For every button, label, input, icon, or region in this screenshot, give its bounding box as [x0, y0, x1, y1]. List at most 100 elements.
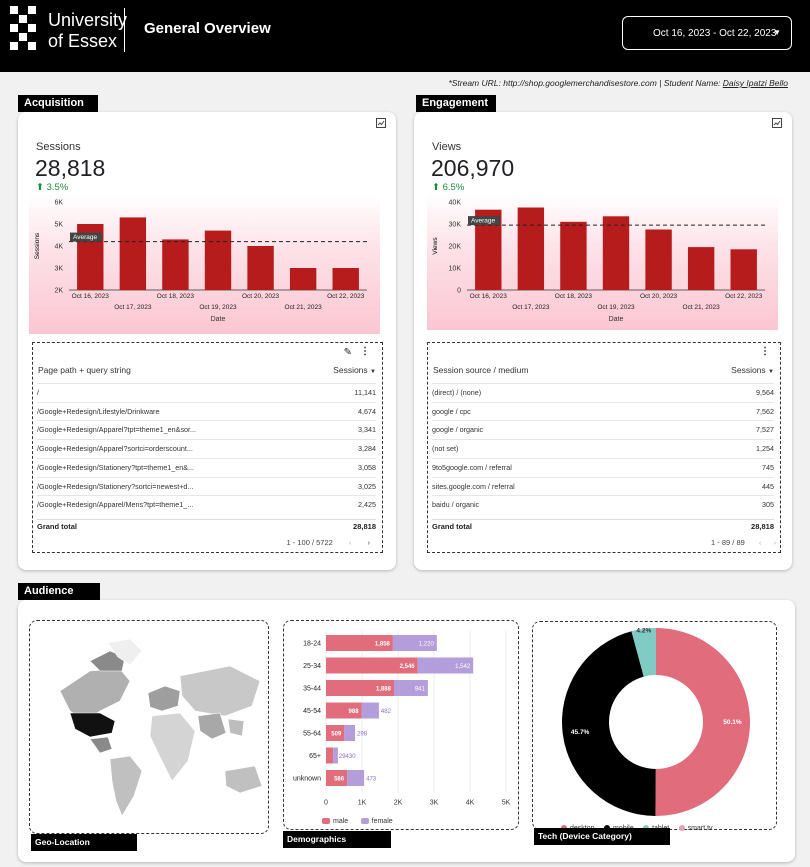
- row-label: /Google+Redesign/Apparel/Mens?tpt=theme1…: [37, 500, 194, 510]
- x-tick-label: 3K: [430, 800, 439, 807]
- slice-value-label: 50.1%: [723, 719, 742, 726]
- tech-device-panel: 50.1%45.7%4.2% desktop mobile tablet sma…: [532, 621, 777, 832]
- x-tick-label: Oct 20, 2023: [242, 293, 280, 300]
- edit-pencil-icon[interactable]: ✎: [344, 347, 352, 358]
- table-row[interactable]: google / cpc 7,562: [432, 401, 774, 420]
- y-tick-label: 6K: [54, 200, 63, 207]
- bar-value-label: 482: [381, 709, 392, 715]
- previous-page-icon[interactable]: ‹: [349, 538, 352, 547]
- bar-value-label: 1,858: [375, 642, 391, 648]
- table-row[interactable]: (direct) / (none) 9,564: [432, 383, 774, 401]
- x-tick-label: Oct 21, 2023: [683, 304, 721, 311]
- x-tick-label: Oct 19, 2023: [597, 304, 635, 311]
- table-row[interactable]: /Google+Redesign/Stationery?tpt=theme1_e…: [37, 457, 376, 476]
- category-label: unknown: [293, 776, 321, 783]
- x-axis-title: Date: [609, 316, 624, 323]
- next-page-icon[interactable]: ›: [368, 538, 371, 547]
- x-tick-label: Oct 21, 2023: [285, 304, 323, 311]
- bar-value-label: 2,546: [400, 664, 416, 670]
- row-label: google / organic: [432, 425, 484, 435]
- row-label: google / cpc: [432, 406, 471, 416]
- row-value: 4,674: [358, 406, 376, 416]
- table-row[interactable]: /Google+Redesign/Apparel?tpt=theme1_en&s…: [37, 420, 376, 438]
- column-header-page-path[interactable]: Page path + query string: [38, 365, 131, 375]
- grand-total-row: Grand total 28,818: [37, 519, 376, 533]
- table-header: Session source / medium Sessions ▼: [428, 365, 780, 381]
- category-label: 45-54: [303, 708, 321, 715]
- views-bar: [687, 247, 715, 290]
- explore-chart-icon[interactable]: [376, 118, 386, 128]
- views-bar: [560, 221, 587, 290]
- sort-desc-icon: ▼: [370, 369, 376, 375]
- table-row[interactable]: /Google+Redesign/Apparel?sortci=ordersco…: [37, 439, 376, 457]
- x-tick-label: 2K: [394, 800, 403, 807]
- acquisition-section-title: Acquisition: [18, 95, 98, 112]
- date-range-picker[interactable]: Oct 16, 2023 - Oct 22, 2023 ▼: [622, 16, 792, 50]
- row-label: /Google+Redesign/Apparel?tpt=theme1_en&s…: [37, 425, 197, 435]
- legend-smart-tv[interactable]: smart tv: [678, 825, 713, 832]
- legend-male[interactable]: male: [322, 818, 348, 825]
- geo-location-label: Geo-Location: [31, 834, 137, 851]
- table-row[interactable]: baidu / organic 305: [432, 495, 774, 513]
- sessions-bar-chart: Sessions 2K 3K 4K 5K 6K Oct 16, 2023 Oct 17, 20…: [34, 200, 367, 323]
- date-range-value: Oct 16, 2023 - Oct 22, 2023: [653, 27, 777, 39]
- x-tick-label: Oct 16, 2023: [72, 293, 110, 300]
- x-tick-label: Oct 17, 2023: [512, 304, 550, 311]
- bar-value-label: 473: [366, 777, 377, 783]
- female-bar: [347, 770, 365, 786]
- legend-dot-smart-tv: [678, 825, 685, 831]
- category-label: 55-64: [303, 731, 321, 738]
- sort-desc-icon: ▼: [768, 369, 774, 375]
- page-title: General Overview: [144, 20, 271, 37]
- table-row[interactable]: 9to5google.com / referral 745: [432, 457, 774, 476]
- logo-divider: [124, 8, 125, 52]
- world-map[interactable]: [30, 621, 270, 835]
- y-axis-title: Views: [432, 237, 439, 255]
- y-tick-label: 4K: [54, 244, 63, 251]
- table-row[interactable]: /Google+Redesign/Stationery?sortci=newes…: [37, 476, 376, 495]
- views-bar-chart: Views 0 10K 20K 30K 40K Oct 16, 2023 Oct 17, 20…: [432, 200, 765, 323]
- row-value: 3,058: [358, 462, 376, 472]
- x-tick-label: Oct 16, 2023: [470, 293, 508, 300]
- y-tick-label: 5K: [54, 222, 63, 229]
- previous-page-icon[interactable]: ‹: [759, 538, 762, 547]
- y-tick-label: 10K: [449, 266, 462, 273]
- more-options-icon[interactable]: ⋮: [760, 346, 770, 357]
- row-value: 3,284: [358, 444, 376, 454]
- column-header-sessions[interactable]: Sessions ▼: [731, 365, 774, 375]
- x-tick-label: Oct 17, 2023: [114, 304, 152, 311]
- engagement-section-title: Engagement: [416, 95, 496, 112]
- views-kpi-label: Views: [432, 141, 462, 153]
- table-row[interactable]: /Google+Redesign/Apparel/Mens?tpt=theme1…: [37, 495, 376, 513]
- x-tick-label: Oct 20, 2023: [640, 293, 678, 300]
- table-row[interactable]: / 11,141: [37, 383, 376, 401]
- sessions-bar: [119, 217, 147, 290]
- table-row[interactable]: (not set) 1,254: [432, 439, 774, 457]
- bar-value-label: 941: [415, 687, 426, 693]
- next-page-icon[interactable]: ›: [774, 538, 777, 547]
- table-row[interactable]: /Google+Redesign/Lifestyle/Drinkware 4,67…: [37, 401, 376, 420]
- demographics-legend: male female: [322, 811, 401, 829]
- pagination: 1 - 89 / 89 ‹ ›: [711, 538, 776, 547]
- slice-value-label: 4.2%: [636, 627, 651, 634]
- table-row[interactable]: google / organic 7,527: [432, 420, 774, 438]
- row-value: 2,425: [358, 500, 376, 510]
- sessions-bar: [247, 246, 274, 290]
- category-label: 65+: [309, 753, 321, 760]
- x-tick-label: Oct 19, 2023: [199, 304, 237, 311]
- y-tick-label: 3K: [54, 266, 63, 273]
- bar-value-label: 988: [349, 709, 360, 715]
- tech-device-label: Tech (Device Category): [534, 828, 670, 845]
- more-options-icon[interactable]: ⋮: [360, 346, 370, 357]
- x-tick-label: 5K: [502, 800, 511, 807]
- x-tick-label: 1K: [358, 800, 367, 807]
- column-header-source-medium[interactable]: Session source / medium: [433, 365, 528, 375]
- y-tick-label: 2K: [54, 288, 63, 295]
- row-label: /Google+Redesign/Stationery?sortci=newes…: [37, 481, 194, 491]
- explore-chart-icon[interactable]: [772, 118, 782, 128]
- legend-female[interactable]: female: [360, 818, 393, 825]
- table-row[interactable]: sites.google.com / referral 445: [432, 476, 774, 495]
- column-header-sessions[interactable]: Sessions ▼: [333, 365, 376, 375]
- x-tick-label: Oct 22, 2023: [725, 293, 763, 300]
- x-tick-label: 0: [324, 800, 328, 807]
